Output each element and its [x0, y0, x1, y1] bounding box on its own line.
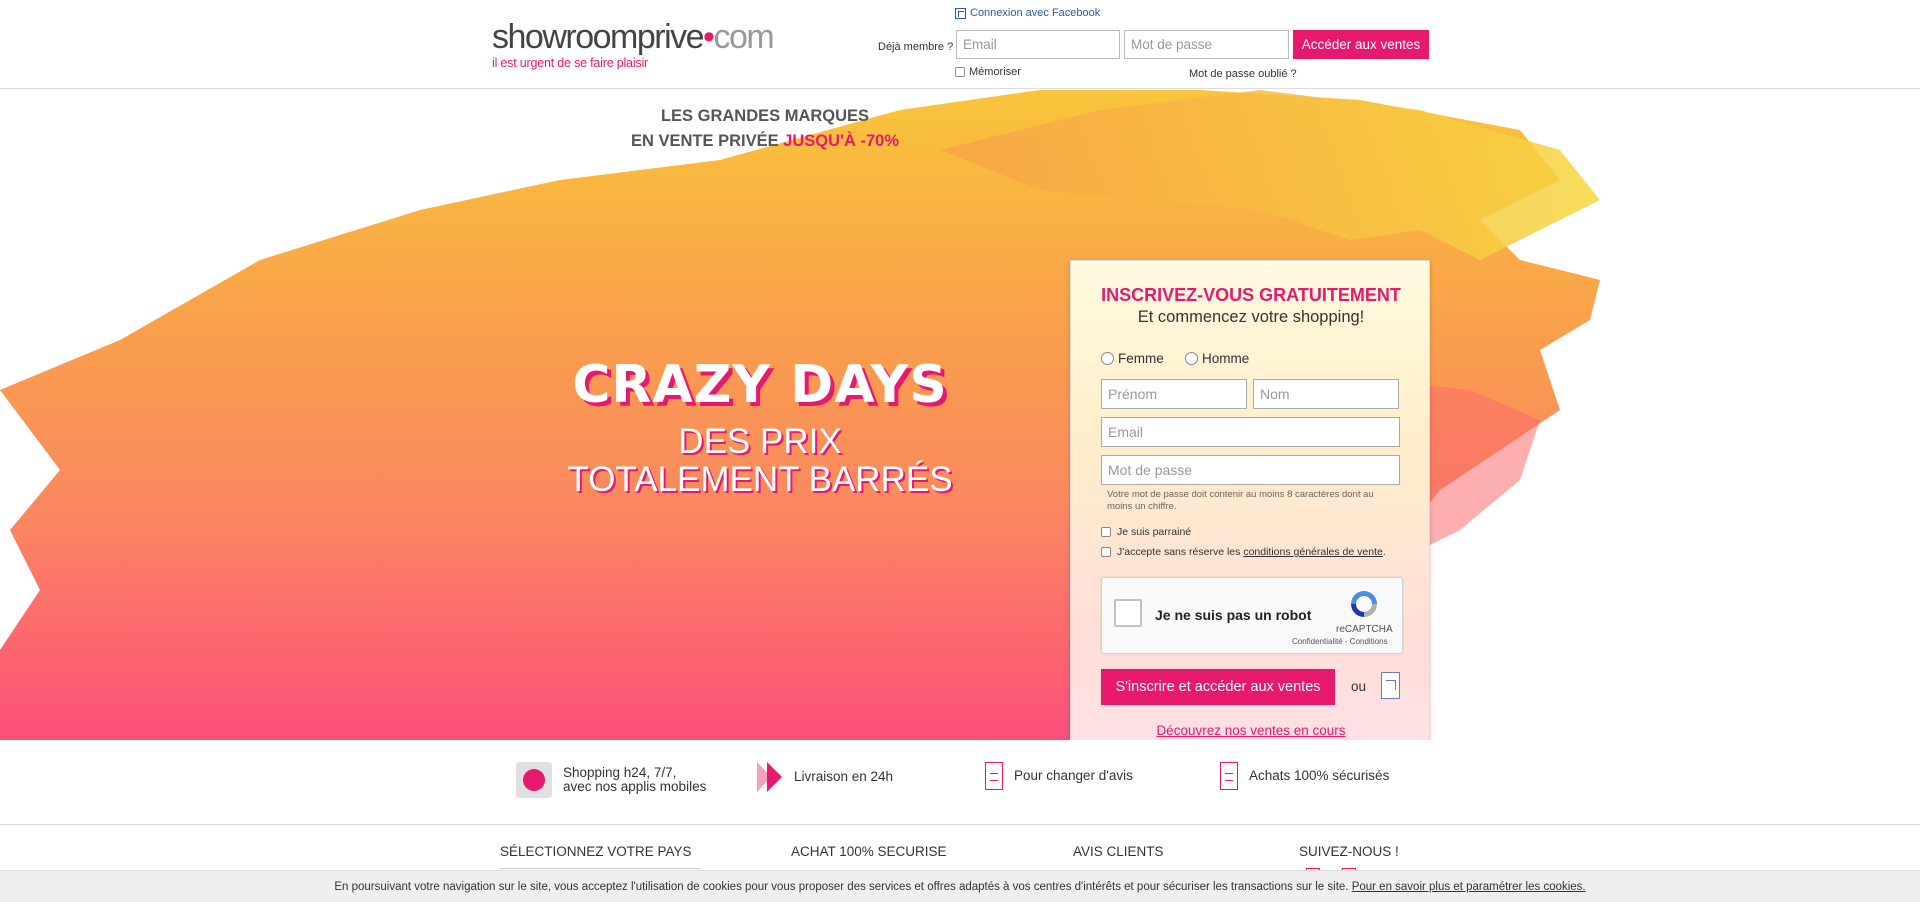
hero-headline-line1: LES GRANDES MARQUES	[660, 107, 870, 125]
features-bar: Shopping h24, 7/7, avec nos applis mobile…	[0, 740, 1920, 825]
recaptcha-brand: reCAPTCHA	[1336, 624, 1393, 635]
feature-label: Shopping h24, 7/7, avec nos applis mobile…	[563, 765, 707, 794]
signup-submit-button[interactable]: S'inscrire et accéder aux ventes	[1101, 669, 1335, 705]
campaign-subtitle-line1: DES PRIX	[678, 422, 842, 461]
terms-checkbox[interactable]: J'accepte sans réserve les conditions gé…	[1101, 546, 1386, 558]
or-separator: ou	[1351, 679, 1367, 694]
signup-email-input[interactable]	[1101, 417, 1400, 447]
discount-highlight: JUSQU'À -70%	[783, 132, 899, 150]
facebook-signup-icon[interactable]	[1381, 672, 1400, 699]
remember-me-checkbox[interactable]: Mémoriser	[955, 66, 1021, 78]
secure-payment-icon	[1220, 762, 1238, 790]
forgot-password-link[interactable]: Mot de passe oublié ?	[1189, 68, 1297, 80]
recaptcha-widget: Je ne suis pas un robot reCAPTCHA Confid…	[1101, 577, 1403, 654]
cookie-text: En poursuivant votre navigation sur le s…	[334, 881, 1352, 893]
terms-link[interactable]: conditions générales de vente	[1243, 546, 1383, 558]
facebook-connect-label: Connexion avec Facebook	[970, 7, 1101, 19]
hero-headline-line2: EN VENTE PRIVÉE JUSQU'À -70%	[630, 132, 899, 150]
referral-label: Je suis parrainé	[1117, 526, 1192, 538]
login-button[interactable]: Accéder aux ventes	[1293, 30, 1429, 59]
recaptcha-label: Je ne suis pas un robot	[1155, 607, 1312, 623]
facebook-connect-link[interactable]: Connexion avec Facebook	[955, 7, 1100, 19]
cookie-banner: En poursuivant votre navigation sur le s…	[0, 870, 1920, 902]
radio-icon	[1185, 352, 1198, 365]
feature-label: Livraison en 24h	[794, 769, 894, 784]
facebook-icon	[955, 7, 966, 19]
logo-wordmark: showroomprive•com	[492, 18, 775, 56]
logo-tagline: il est urgent de se faire plaisir	[492, 56, 648, 70]
checkbox-icon	[1101, 547, 1111, 557]
site-header: showroomprive•com il est urgent de se fa…	[0, 0, 1920, 89]
gender-male-radio[interactable]: Homme	[1185, 351, 1249, 366]
gender-female-radio[interactable]: Femme	[1101, 351, 1164, 366]
gender-female-label: Femme	[1118, 351, 1164, 366]
recaptcha-checkbox[interactable]	[1114, 599, 1142, 627]
feature-returns: Pour changer d'avis	[985, 762, 1133, 790]
feature-mobile-apps[interactable]: Shopping h24, 7/7, avec nos applis mobile…	[516, 762, 706, 798]
gender-male-label: Homme	[1202, 351, 1250, 366]
signup-form: INSCRIVEZ-VOUS GRATUITEMENT Et commencez…	[1070, 260, 1430, 740]
fast-delivery-icon	[757, 762, 783, 792]
checkbox-icon	[1101, 527, 1111, 537]
radio-icon	[1101, 352, 1114, 365]
feature-label: Pour changer d'avis	[1014, 768, 1133, 783]
checkbox-icon	[955, 67, 965, 77]
feature-label: Achats 100% sécurisés	[1249, 768, 1390, 783]
member-label: Déjà membre ?	[878, 41, 954, 53]
signup-title: INSCRIVEZ-VOUS GRATUITEMENT	[1101, 285, 1401, 305]
footer-reviews-heading: AVIS CLIENTS	[1073, 844, 1164, 859]
terms-label: J'accepte sans réserve les conditions gé…	[1117, 546, 1386, 558]
footer-country-heading: SÉLECTIONNEZ VOTRE PAYS	[500, 844, 692, 859]
signup-subtitle: Et commencez votre shopping!	[1137, 308, 1365, 326]
campaign-banner[interactable]: CRAZY DAYS DES PRIX TOTALEMENT BARRÉS	[480, 355, 1040, 499]
footer-follow-heading: SUIVEZ-NOUS !	[1299, 844, 1399, 859]
cookie-settings-link[interactable]: Pour en savoir plus et paramétrer les co…	[1352, 881, 1586, 893]
login-email-input[interactable]	[956, 30, 1120, 59]
footer-secure-heading: ACHAT 100% SECURISE	[791, 844, 947, 859]
recaptcha-logo-icon	[1351, 591, 1377, 617]
hero-banner: LES GRANDES MARQUES EN VENTE PRIVÉE JUSQ…	[0, 90, 1920, 740]
site-logo[interactable]: showroomprive•com il est urgent de se fa…	[492, 18, 775, 70]
feature-secure: Achats 100% sécurisés	[1220, 762, 1389, 790]
hero-headline: LES GRANDES MARQUES EN VENTE PRIVÉE JUSQ…	[600, 104, 930, 154]
return-icon	[985, 762, 1003, 790]
feature-delivery: Livraison en 24h	[757, 762, 893, 792]
password-hint: Votre mot de passe doit contenir au moin…	[1107, 489, 1374, 512]
firstname-input[interactable]	[1101, 379, 1247, 409]
discover-sales-link[interactable]: Découvrez nos ventes en cours	[1071, 723, 1431, 738]
lastname-input[interactable]	[1253, 379, 1399, 409]
referral-checkbox[interactable]: Je suis parrainé	[1101, 526, 1191, 538]
signup-password-input[interactable]	[1101, 455, 1400, 485]
recaptcha-terms-link[interactable]: Confidentialité - Conditions	[1292, 637, 1388, 646]
campaign-title: CRAZY DAYS	[572, 355, 948, 415]
mobile-icon	[516, 762, 552, 798]
remember-me-label: Mémoriser	[969, 66, 1021, 78]
campaign-subtitle-line2: TOTALEMENT BARRÉS	[567, 460, 953, 499]
login-password-input[interactable]	[1124, 30, 1289, 59]
